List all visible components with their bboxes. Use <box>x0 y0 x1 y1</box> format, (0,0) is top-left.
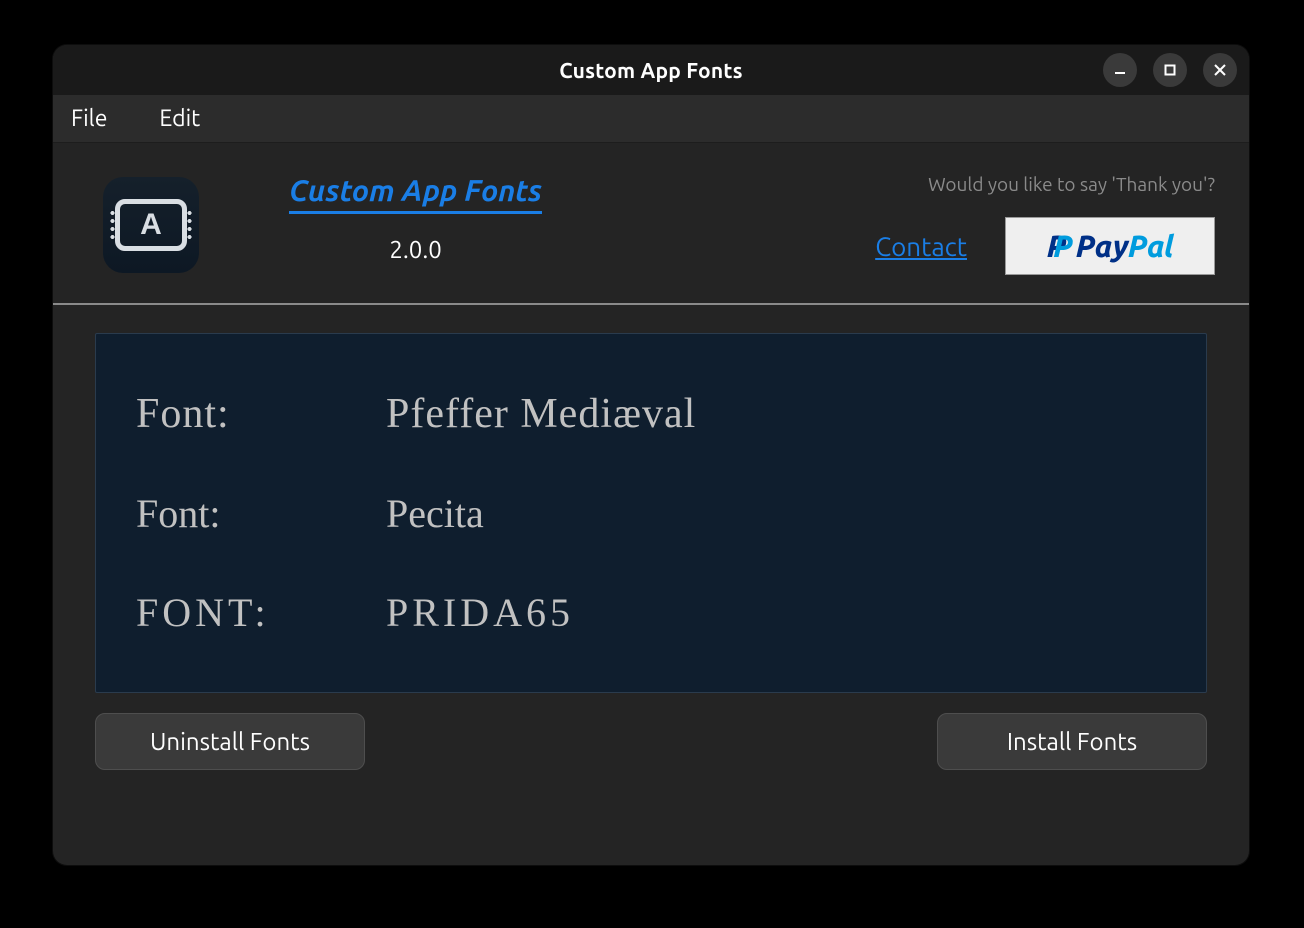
app-icon: A <box>103 177 199 273</box>
minimize-button[interactable] <box>1103 53 1137 87</box>
window-title: Custom App Fonts <box>559 58 742 82</box>
header-area: A Custom App Fonts 2.0.0 Would you like … <box>53 143 1249 305</box>
font-name: Pfeffer Mediæval <box>386 390 696 438</box>
window-controls <box>1103 53 1237 87</box>
font-preview-panel: Font: Pfeffer Mediæval Font: Pecita FONT… <box>95 333 1207 693</box>
app-icon-frame: A <box>115 199 187 251</box>
font-label: Font: <box>136 390 386 438</box>
minimize-icon <box>1113 63 1127 77</box>
header-right-row: Contact PP PayPal <box>875 217 1215 275</box>
paypal-logo-icon: PP <box>1047 229 1072 263</box>
app-title-block: Custom App Fonts 2.0.0 <box>289 173 542 263</box>
menubar: File Edit <box>53 95 1249 143</box>
paypal-button[interactable]: PP PayPal <box>1005 217 1215 275</box>
font-row: Font: Pfeffer Mediæval <box>136 390 1166 438</box>
paypal-wordmark: PayPal <box>1076 229 1174 263</box>
uninstall-fonts-button[interactable]: Uninstall Fonts <box>95 713 365 770</box>
app-window: Custom App Fonts File Edit A Custom App … <box>53 45 1249 865</box>
app-icon-letter: A <box>140 208 162 242</box>
contact-link[interactable]: Contact <box>875 232 967 261</box>
menu-edit[interactable]: Edit <box>153 102 206 135</box>
font-row: FONT: PRIDA65 <box>136 589 1166 636</box>
font-label: FONT: <box>136 589 386 636</box>
font-row: Font: Pecita <box>136 490 1166 537</box>
header-right: Would you like to say 'Thank you'? Conta… <box>875 173 1215 275</box>
thanks-text: Would you like to say 'Thank you'? <box>928 173 1215 195</box>
font-name: PRIDA65 <box>386 589 574 636</box>
menu-file[interactable]: File <box>65 102 113 135</box>
titlebar: Custom App Fonts <box>53 45 1249 95</box>
app-title: Custom App Fonts <box>289 173 542 214</box>
app-version: 2.0.0 <box>389 236 441 263</box>
button-row: Uninstall Fonts Install Fonts <box>95 713 1207 770</box>
install-fonts-button[interactable]: Install Fonts <box>937 713 1207 770</box>
maximize-icon <box>1163 63 1177 77</box>
close-button[interactable] <box>1203 53 1237 87</box>
maximize-button[interactable] <box>1153 53 1187 87</box>
content-area: Font: Pfeffer Mediæval Font: Pecita FONT… <box>53 305 1249 865</box>
font-name: Pecita <box>386 490 484 537</box>
close-icon <box>1213 63 1227 77</box>
font-label: Font: <box>136 490 386 537</box>
